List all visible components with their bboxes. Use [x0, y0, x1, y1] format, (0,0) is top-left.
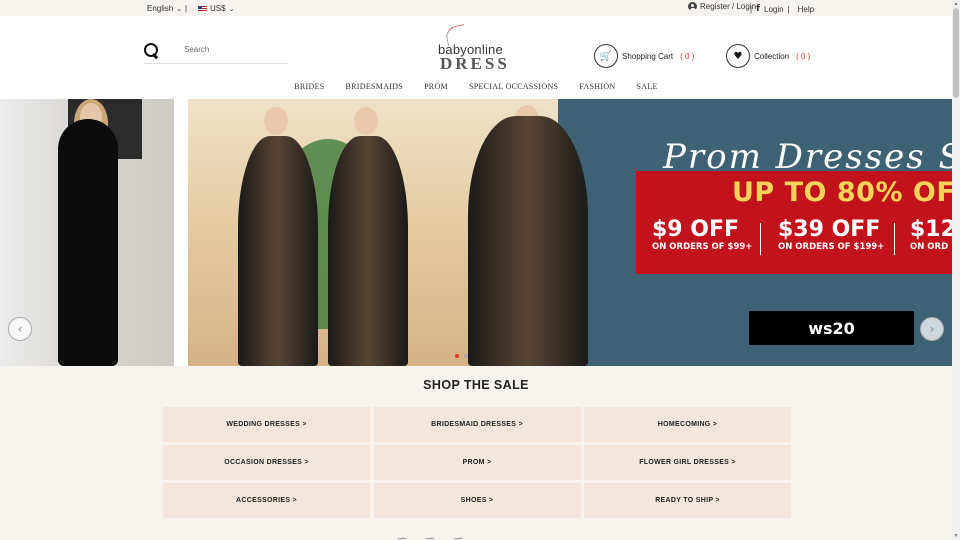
logo-text-bottom: DRESS — [440, 54, 510, 73]
hero-carousel: Prom Dresses Sa UP TO 80% OFF $9 OFF ON … — [0, 99, 952, 366]
nav-item-fashion[interactable]: FASHION — [569, 82, 626, 91]
offer-amount: $12 — [910, 217, 952, 242]
scrollbar-thumb[interactable] — [953, 8, 959, 98]
user-icon — [688, 2, 697, 11]
cart-icon: 🛒 — [594, 44, 618, 68]
sale-tile-shoes[interactable]: SHOES > — [373, 483, 581, 518]
collection-label: Collection — [754, 51, 790, 61]
shopping-cart-link[interactable]: 🛒 Shopping Cart ( 0 ) — [594, 44, 694, 68]
offer-divider — [894, 223, 895, 255]
facebook-login-link[interactable]: Login — [764, 5, 784, 14]
model-head — [354, 107, 378, 135]
coupon-code: ws20 — [749, 311, 914, 345]
language-selector[interactable]: English ⌄ — [147, 4, 182, 13]
site-logo[interactable]: babyonline DRESS — [434, 24, 520, 73]
model-gown — [468, 116, 588, 366]
shop-the-sale-heading: SHOP THE SALE — [423, 378, 529, 392]
offer-condition: ON ORD — [910, 242, 949, 252]
sale-tile-flower-girl-dresses[interactable]: FLOWER GIRL DRESSES > — [584, 445, 791, 480]
chevron-down-icon: ⌄ — [176, 5, 183, 13]
carousel-pagination — [455, 354, 468, 358]
promo-banner: UP TO 80% OFF $9 OFF ON ORDERS OF $99+ $… — [636, 171, 952, 274]
sale-tile-homecoming[interactable]: HOMECOMING > — [584, 407, 791, 442]
search-icon[interactable] — [144, 43, 160, 59]
main-nav: BRIDES BRIDESMAIDS PROM SPECIAL OCCASSIO… — [0, 82, 952, 91]
top-separator: | — [185, 4, 188, 13]
chevron-right-icon: › — [929, 322, 935, 336]
register-login-label: Register / Login — [700, 2, 757, 11]
sale-tile-ready-to-ship[interactable]: READY TO SHIP > — [584, 483, 791, 518]
top-bar: English ⌄ | US$ ⌄ Register / Login | f L… — [0, 0, 952, 16]
nav-item-special-occasions[interactable]: SPECIAL OCCASSIONS — [458, 82, 568, 91]
link-separator: | — [750, 4, 753, 14]
chevron-down-icon: ⌄ — [228, 5, 235, 13]
heart-icon: ♥ — [726, 44, 750, 68]
currency-label: US$ — [210, 4, 226, 13]
offer-amount: $39 OFF — [778, 217, 881, 242]
sale-tile-prom[interactable]: PROM > — [373, 445, 581, 480]
nav-item-sale[interactable]: SALE — [626, 82, 668, 91]
search-input[interactable] — [184, 45, 284, 54]
carousel-dot[interactable] — [464, 354, 468, 358]
offer-item: $9 OFF ON ORDERS OF $99+ — [652, 217, 752, 252]
link-separator: | — [787, 4, 790, 14]
scroll-down-icon[interactable]: ▼ — [953, 533, 959, 539]
model-gown — [238, 136, 318, 366]
offer-item: $12 ON ORD — [910, 217, 952, 252]
nav-item-bridesmaids[interactable]: BRIDESMAIDS — [335, 82, 414, 91]
model-head — [264, 107, 288, 135]
model-gown — [328, 136, 408, 366]
page-scrollbar[interactable]: ▲ ▼ — [952, 0, 960, 540]
scroll-up-icon[interactable]: ▲ — [953, 1, 959, 7]
chevron-left-icon: ‹ — [17, 322, 23, 336]
top-right-links: | f Login | Help — [750, 4, 814, 14]
us-flag-icon — [198, 5, 207, 12]
promo-headline: UP TO 80% OFF — [732, 177, 952, 208]
carousel-dot-active[interactable] — [455, 354, 459, 358]
collection-link[interactable]: ♥ Collection ( 0 ) — [726, 44, 810, 68]
sale-category-grid: WEDDING DRESSES > BRIDESMAID DRESSES > H… — [163, 407, 791, 518]
sale-tile-occasion-dresses[interactable]: OCCASION DRESSES > — [163, 445, 370, 480]
site-header: babyonline DRESS 🛒 Shopping Cart ( 0 ) ♥… — [0, 16, 952, 99]
cart-label: Shopping Cart — [622, 51, 674, 61]
model-black-dress — [58, 119, 118, 366]
nav-item-brides[interactable]: BRIDES — [284, 82, 335, 91]
register-login-link[interactable]: Register / Login — [688, 2, 756, 11]
sale-tile-wedding-dresses[interactable]: WEDDING DRESSES > — [163, 407, 370, 442]
nav-item-prom[interactable]: PROM — [414, 82, 459, 91]
carousel-next-button[interactable]: › — [920, 317, 944, 341]
language-label: English — [147, 4, 174, 13]
collection-count: ( 0 ) — [796, 51, 811, 61]
offer-divider — [760, 223, 761, 255]
offer-condition: ON ORDERS OF $199+ — [778, 242, 885, 252]
offer-condition: ON ORDERS OF $99+ — [652, 242, 753, 252]
help-link[interactable]: Help — [798, 5, 814, 14]
offer-amount: $9 OFF — [652, 217, 740, 242]
sale-tile-accessories[interactable]: ACCESSORIES > — [163, 483, 370, 518]
carousel-prev-button[interactable]: ‹ — [8, 317, 32, 341]
offer-item: $39 OFF ON ORDERS OF $199+ — [778, 217, 884, 252]
currency-selector[interactable]: US$ ⌄ — [198, 4, 234, 13]
search-box — [144, 42, 288, 64]
cart-count: ( 0 ) — [680, 51, 695, 61]
sale-tile-bridesmaid-dresses[interactable]: BRIDESMAID DRESSES > — [373, 407, 581, 442]
carousel-slide-current[interactable]: Prom Dresses Sa UP TO 80% OFF $9 OFF ON … — [188, 99, 952, 366]
facebook-icon[interactable]: f — [756, 4, 760, 14]
section-script-decoration: ∽ ∽ ∽ — [396, 531, 471, 540]
